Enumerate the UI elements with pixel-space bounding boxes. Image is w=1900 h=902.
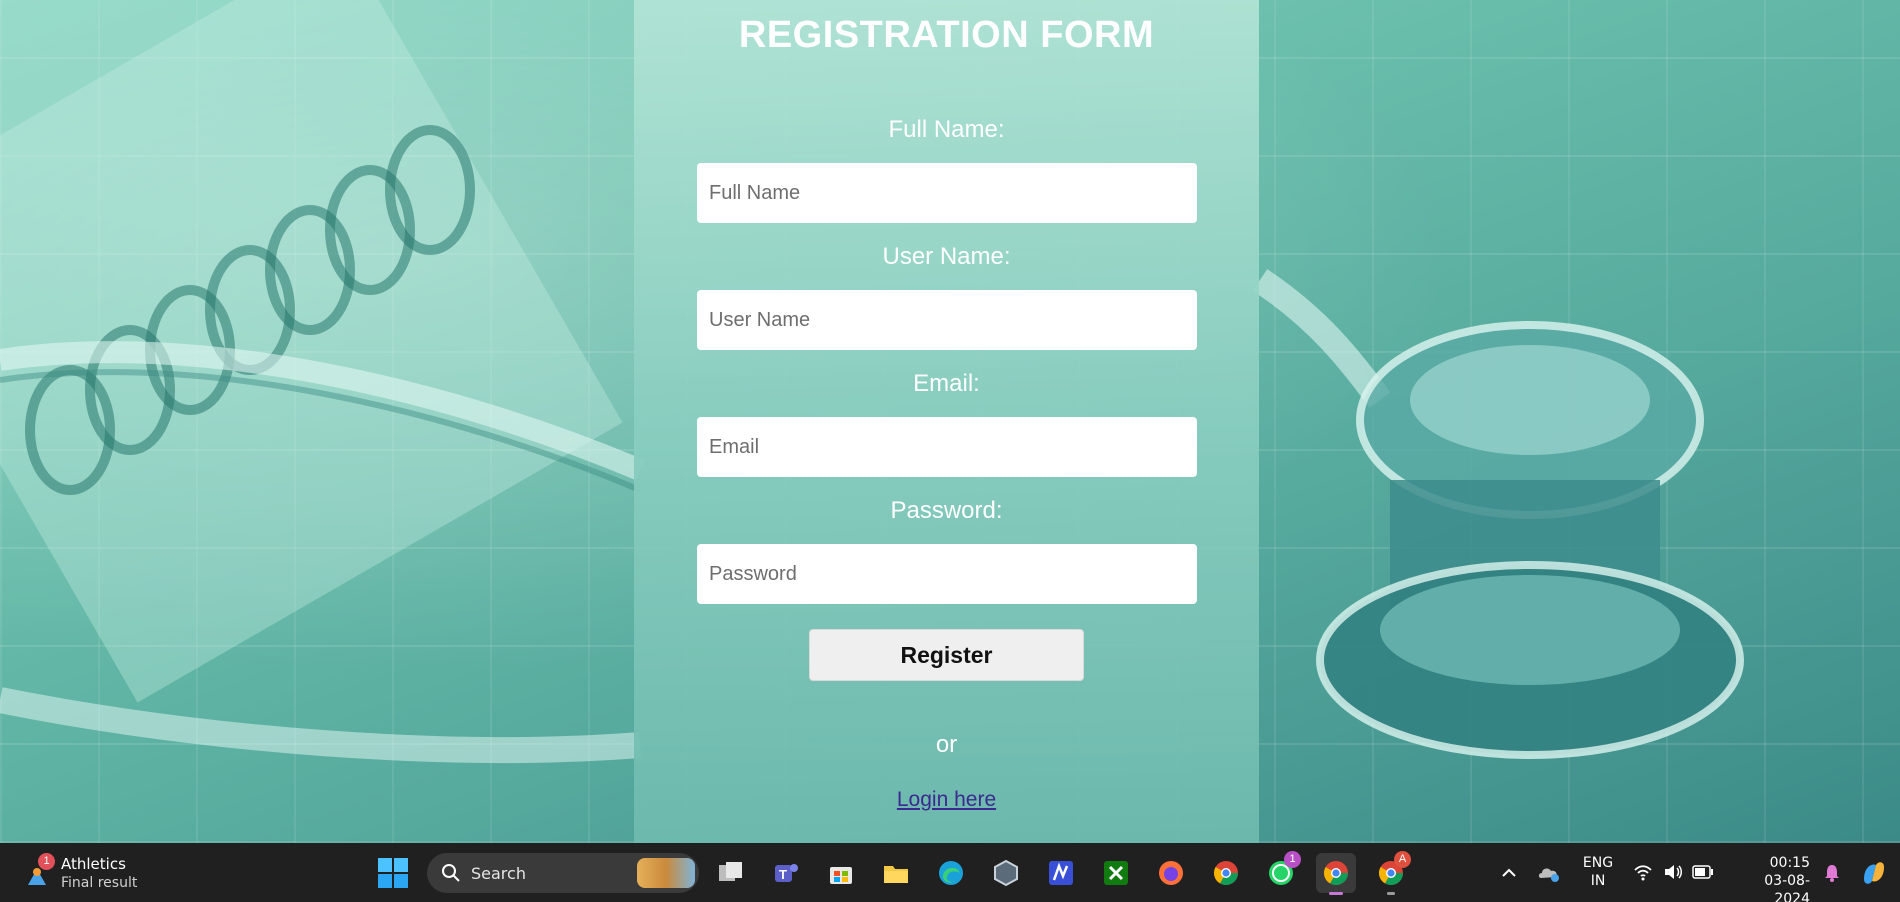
wifi-icon[interactable] <box>1633 863 1653 881</box>
weather-widget[interactable]: 1 Athletics Final result <box>24 851 164 895</box>
edge-icon[interactable] <box>931 853 971 893</box>
language-region: IN <box>1590 873 1606 889</box>
notification-bell-icon[interactable] <box>1823 863 1841 883</box>
svg-text:T: T <box>779 867 787 882</box>
password-label: Password: <box>890 497 1003 524</box>
onedrive-icon[interactable] <box>1537 862 1561 884</box>
chrome-profile-a-icon[interactable]: A <box>1371 851 1411 895</box>
login-link-text[interactable]: Login here <box>897 788 996 811</box>
full-name-label: Full Name: <box>888 116 1005 143</box>
battery-icon[interactable] <box>1692 865 1714 879</box>
weather-title: Athletics <box>61 855 126 873</box>
page-title: REGISTRATION FORM <box>738 14 1155 56</box>
taskbar-search[interactable]: Search <box>427 853 699 893</box>
email-label: Email: <box>913 370 980 397</box>
chrome-profile-icon[interactable] <box>1316 853 1356 895</box>
language-indicator[interactable]: ENG IN <box>1580 854 1616 902</box>
login-link[interactable]: Login here <box>634 788 1259 812</box>
store-icon[interactable] <box>821 853 861 893</box>
email-input[interactable] <box>697 417 1197 477</box>
teams-icon[interactable]: T <box>766 853 806 893</box>
search-label: Search <box>471 864 526 883</box>
user-name-label: User Name: <box>882 243 1011 270</box>
xbox-icon[interactable] <box>1096 853 1136 893</box>
task-view-icon[interactable] <box>711 853 751 893</box>
clock-date: 03-08-2024 <box>1764 873 1810 902</box>
taskbar: 1 Athletics Final result Search T 1 A EN… <box>0 843 1900 902</box>
language-code: ENG <box>1582 855 1614 871</box>
user-name-input[interactable] <box>697 290 1197 350</box>
weather-subtitle: Final result <box>61 875 138 891</box>
app-hexagon-icon[interactable] <box>986 853 1026 893</box>
search-highlight-image <box>637 858 695 888</box>
whatsapp-badge: 1 <box>1284 851 1301 868</box>
registration-panel: REGISTRATION FORM Full Name: User Name: … <box>634 0 1259 843</box>
volume-icon[interactable] <box>1663 863 1683 881</box>
search-icon <box>442 864 460 882</box>
full-name-input[interactable] <box>697 163 1197 223</box>
weather-badge: 1 <box>38 853 55 870</box>
clock-time: 00:15 <box>1769 855 1810 871</box>
chrome-profile-badge: A <box>1394 851 1411 868</box>
start-windows-icon[interactable] <box>377 857 409 889</box>
or-separator: or <box>935 731 958 758</box>
app-m-icon[interactable] <box>1041 853 1081 893</box>
chrome-icon[interactable] <box>1206 853 1246 893</box>
file-explorer-icon[interactable] <box>876 853 916 893</box>
clock[interactable]: 00:15 03-08-2024 <box>1730 854 1810 902</box>
register-button[interactable]: Register <box>809 629 1084 681</box>
whatsapp-icon[interactable]: 1 <box>1261 851 1301 893</box>
copilot-icon[interactable] <box>1860 859 1888 887</box>
firefox-icon[interactable] <box>1151 853 1191 893</box>
show-hidden-icons-chevron-icon[interactable] <box>1500 864 1518 882</box>
password-input[interactable] <box>697 544 1197 604</box>
